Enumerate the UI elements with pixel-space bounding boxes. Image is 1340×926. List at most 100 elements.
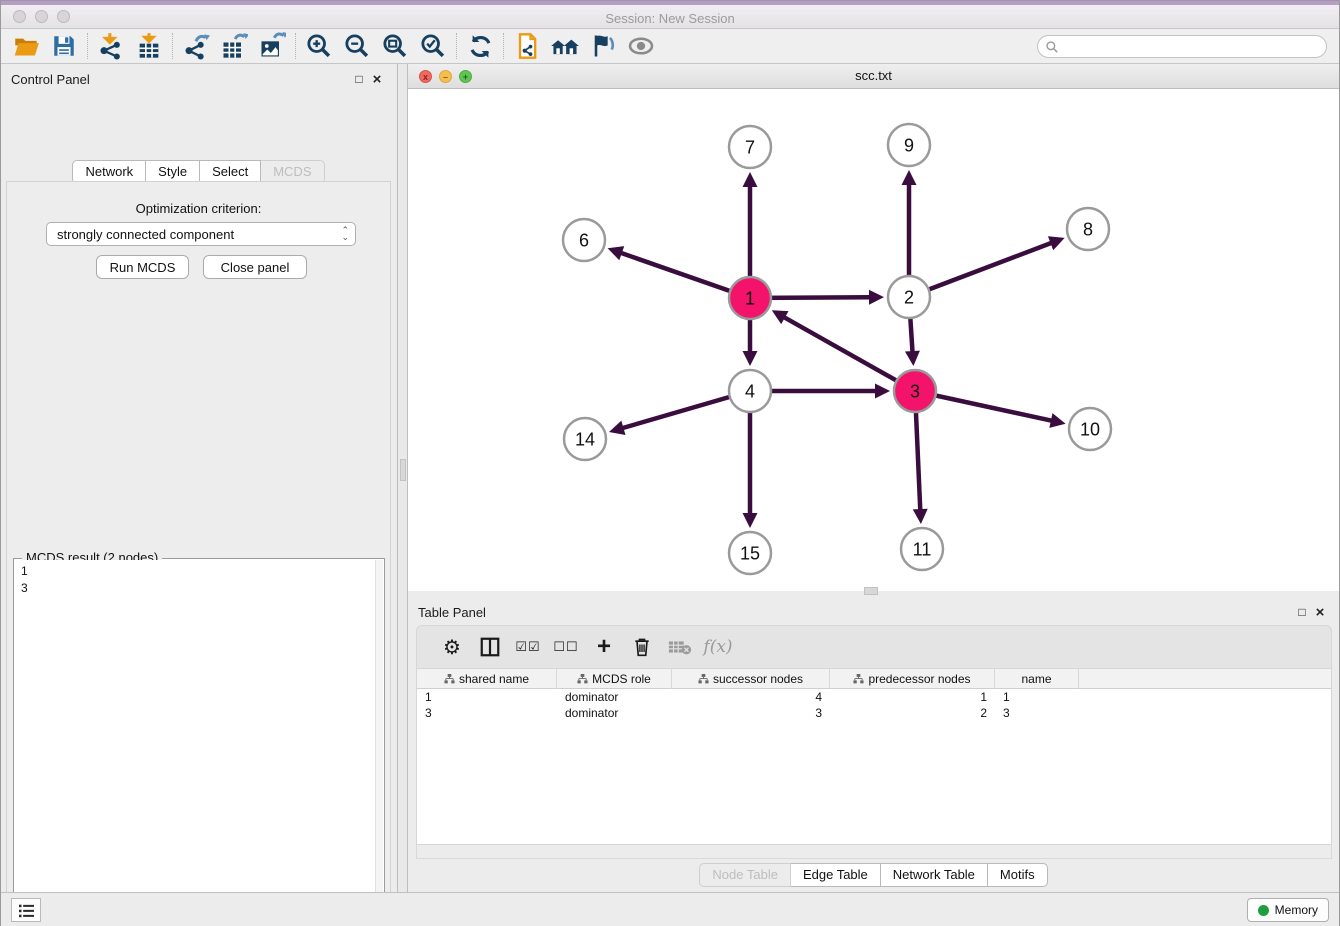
document-network-icon[interactable] (508, 31, 546, 61)
mcds-result-text[interactable]: 13 (15, 560, 375, 926)
split-view-icon[interactable] (471, 630, 509, 664)
application-window: Session: New Session (0, 0, 1340, 926)
tab-motifs[interactable]: Motifs (988, 863, 1048, 887)
edge-2-8[interactable] (909, 242, 1052, 297)
close-panel-icon[interactable]: × (368, 70, 386, 88)
optimization-criterion-label: Optimization criterion: (1, 201, 396, 216)
toolbar-separator (456, 33, 457, 59)
zoom-selected-icon[interactable] (414, 31, 452, 61)
eye-icon[interactable] (622, 31, 660, 61)
refresh-icon[interactable] (461, 31, 499, 61)
result-line: 1 (21, 563, 369, 580)
trash-icon[interactable] (623, 630, 661, 664)
mcds-result-box: MCDS result (2 nodes) 13 (13, 558, 385, 926)
cell-predecessor-nodes: 2 (830, 705, 995, 721)
houses-icon[interactable] (546, 31, 584, 61)
image-export-icon[interactable] (253, 31, 291, 61)
edge-3-1[interactable] (783, 317, 915, 391)
zoom-fit-icon[interactable] (376, 31, 414, 61)
deselect-all-checkboxes-icon[interactable]: ☐☐ (547, 630, 585, 664)
zoom-out-icon[interactable] (338, 31, 376, 61)
edge-arrowhead (743, 513, 758, 528)
close-panel-icon[interactable]: × (1311, 603, 1329, 621)
column-header-successor-nodes[interactable]: successor nodes (672, 669, 830, 689)
node-label-7: 7 (745, 138, 755, 158)
tab-edge-table[interactable]: Edge Table (791, 863, 881, 887)
column-header-MCDS-role[interactable]: MCDS role (557, 669, 672, 689)
edge-arrowhead (902, 170, 917, 185)
run-mcds-button[interactable]: Run MCDS (96, 255, 189, 279)
float-panel-icon[interactable]: □ (1293, 603, 1311, 621)
zoom-in-icon[interactable] (300, 31, 338, 61)
search-input[interactable] (1037, 35, 1327, 58)
node-label-3: 3 (910, 382, 920, 402)
node-label-6: 6 (579, 231, 589, 251)
add-column-icon[interactable]: + (585, 630, 623, 664)
column-header-predecessor-nodes[interactable]: predecessor nodes (830, 669, 995, 689)
toolbar-separator (503, 33, 504, 59)
floppy-save-icon[interactable] (45, 31, 83, 61)
control-panel: Control Panel □ × NetworkStyleSelectMCDS… (1, 64, 396, 892)
column-type-icon (853, 674, 864, 685)
task-list-icon[interactable] (11, 898, 41, 922)
memory-button[interactable]: Memory (1247, 898, 1329, 922)
network-graph[interactable]: 1234678910111415 (408, 89, 1339, 591)
result-scrollbar[interactable] (375, 560, 383, 926)
criterion-value: strongly connected component (57, 227, 234, 242)
splitter-handle[interactable] (400, 459, 406, 481)
column-label: successor nodes (713, 672, 803, 686)
node-label-4: 4 (745, 382, 755, 402)
status-bar: Memory (1, 892, 1339, 926)
network-window-titlebar: x – + scc.txt (408, 64, 1339, 89)
table-body: 1dominator4113dominator323 (417, 689, 1331, 721)
cell-successor-nodes: 4 (672, 689, 830, 705)
edge-arrowhead (743, 351, 758, 366)
close-panel-button[interactable]: Close panel (203, 255, 307, 279)
search-icon (1045, 40, 1059, 54)
network-export-icon[interactable] (177, 31, 215, 61)
select-all-checkboxes-icon[interactable]: ☑☑ (509, 630, 547, 664)
column-label: MCDS role (592, 672, 651, 686)
node-label-14: 14 (575, 430, 595, 450)
cell-name: 1 (995, 689, 1079, 705)
network-import-icon[interactable] (92, 31, 130, 61)
flag-icon[interactable] (584, 31, 622, 61)
node-label-2: 2 (904, 288, 914, 308)
gear-icon[interactable]: ⚙ (433, 630, 471, 664)
table-scrollbar-track[interactable] (416, 845, 1332, 859)
table-header-row: shared name MCDS role successor nodes prede… (417, 669, 1331, 689)
panel-splitter-vertical[interactable] (397, 64, 408, 892)
edge-arrowhead (905, 351, 920, 366)
edge-arrowhead (608, 246, 625, 260)
table-toolbar: ⚙ ☑☑ ☐☐ + f(x) (416, 625, 1332, 669)
column-type-icon (698, 674, 709, 685)
toolbar-separator (172, 33, 173, 59)
tab-network-table[interactable]: Network Table (881, 863, 988, 887)
table-row[interactable]: 3dominator323 (417, 705, 1331, 721)
edge-arrowhead (869, 290, 884, 305)
float-panel-icon[interactable]: □ (350, 70, 368, 88)
cell-MCDS-role: dominator (557, 689, 672, 705)
tab-node-table[interactable]: Node Table (699, 863, 791, 887)
column-label: predecessor nodes (868, 672, 970, 686)
network-canvas[interactable]: 1234678910111415 (408, 89, 1339, 591)
table-row[interactable]: 1dominator411 (417, 689, 1331, 705)
column-type-icon (577, 674, 588, 685)
folder-open-icon[interactable] (7, 31, 45, 61)
splitter-handle[interactable] (864, 587, 878, 595)
toolbar-separator (87, 33, 88, 59)
column-header-shared-name[interactable]: shared name (417, 669, 557, 689)
table-panel-header: Table Panel □ × (408, 597, 1339, 627)
table-export-icon[interactable] (215, 31, 253, 61)
toolbar-separator (295, 33, 296, 59)
cell-predecessor-nodes: 1 (830, 689, 995, 705)
cell-name: 3 (995, 705, 1079, 721)
table-import-icon[interactable] (130, 31, 168, 61)
column-header-name[interactable]: name (995, 669, 1079, 689)
chevron-up-down-icon: ⌃⌄ (341, 227, 349, 241)
cell-successor-nodes: 3 (672, 705, 830, 721)
criterion-select[interactable]: strongly connected component ⌃⌄ (46, 222, 356, 246)
delete-table-icon[interactable] (661, 630, 699, 664)
function-builder-icon[interactable]: f(x) (699, 630, 737, 664)
edge-arrowhead (609, 421, 625, 435)
